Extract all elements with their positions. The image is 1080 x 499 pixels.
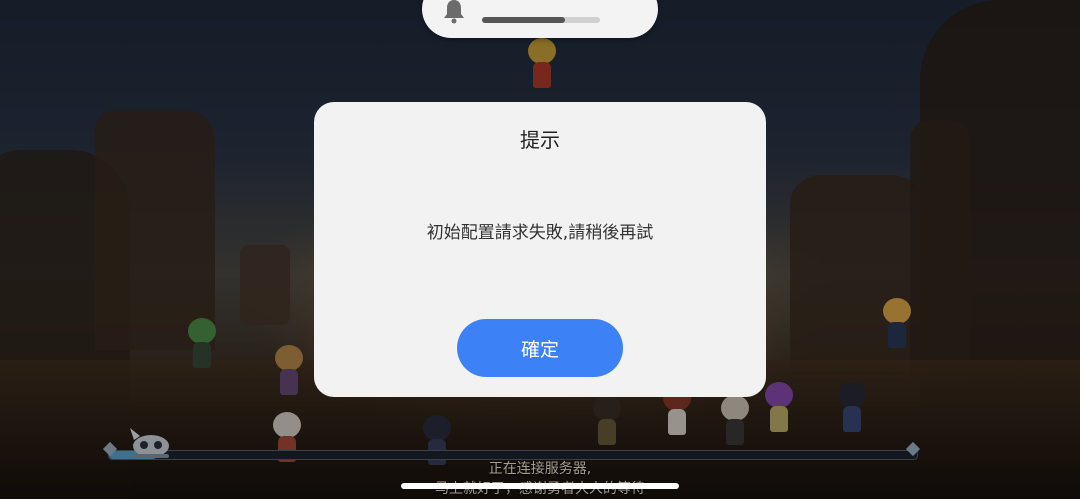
dialog-message: 初始配置請求失敗,請稍後再試	[426, 223, 654, 243]
alert-dialog: 提示 初始配置請求失敗,請稍後再試 確定	[314, 102, 766, 397]
dialog-title: 提示	[520, 128, 560, 152]
volume-indicator: 铃声	[422, 0, 658, 38]
bell-icon	[444, 0, 464, 24]
volume-level-fill	[482, 17, 565, 23]
volume-track	[482, 17, 600, 23]
confirm-button[interactable]: 確定	[457, 319, 623, 377]
game-screen: 正在连接服务器, 马上就好了，感谢勇者大人的等待 铃声 提示 初始配置請求失敗,…	[0, 0, 1080, 499]
home-indicator[interactable]	[401, 483, 679, 489]
